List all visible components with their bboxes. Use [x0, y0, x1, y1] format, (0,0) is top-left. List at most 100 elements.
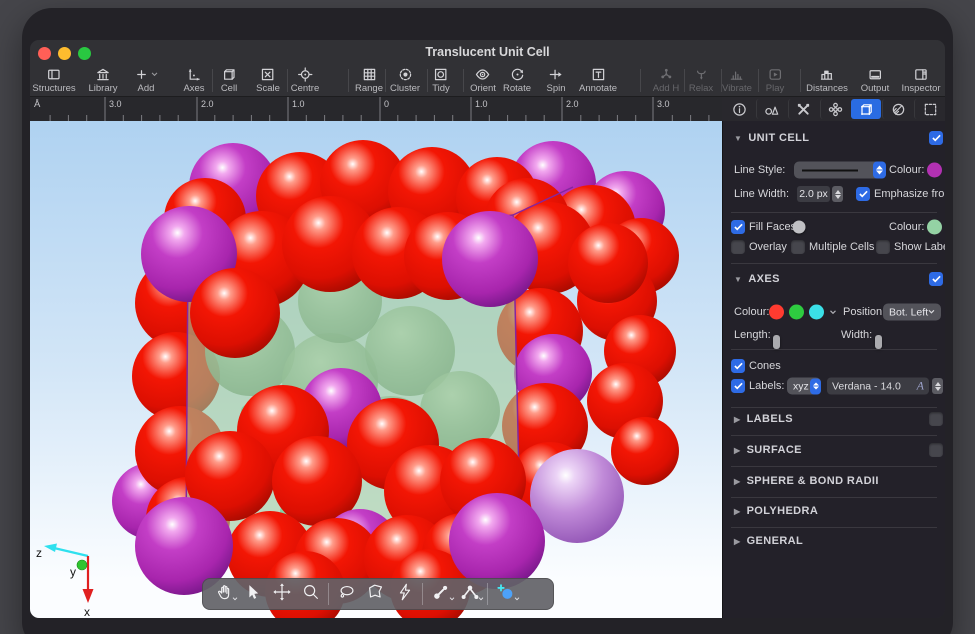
length-label: Length:	[734, 329, 771, 341]
structures-icon	[46, 66, 61, 83]
mode-info-button[interactable]	[725, 99, 755, 119]
toolbar-cluster-button[interactable]: Cluster	[390, 66, 420, 94]
tool-polygon-lasso-button[interactable]	[361, 580, 390, 608]
play-icon	[767, 66, 782, 83]
toolbar-distances-button[interactable]: Distances	[806, 66, 848, 94]
atom-purple[interactable]	[449, 493, 545, 589]
structures-label: Structures	[32, 83, 75, 94]
axis-font-stepper[interactable]	[932, 378, 943, 394]
relax-label: Relax	[689, 83, 713, 94]
orient-icon	[476, 66, 491, 83]
inspector-label: Inspector	[901, 83, 940, 94]
colour-expand-chevron[interactable]	[829, 306, 837, 318]
tool-select-button[interactable]	[238, 580, 267, 608]
section-general[interactable]: ▶GENERAL	[723, 531, 945, 551]
mode-cellmode-button[interactable]	[851, 99, 881, 119]
surface-section-checkbox[interactable]	[929, 443, 943, 457]
section-title: LABELS	[747, 413, 793, 425]
axes-checkbox[interactable]	[929, 272, 943, 286]
fill-faces-row: Fill Faces: Colour:	[723, 217, 945, 237]
play-label: Play	[766, 83, 784, 94]
section-labels[interactable]: ▶LABELS	[723, 409, 945, 429]
toolbar-annotate-button[interactable]: Annotate	[579, 66, 617, 94]
tool-zoom-button[interactable]	[296, 580, 325, 608]
tool-add-atom-button[interactable]	[491, 580, 520, 608]
line-width-value[interactable]: 2.0 px	[797, 186, 830, 202]
toolbar-add-button[interactable]: Add	[134, 66, 158, 94]
z-colour-swatch[interactable]	[809, 305, 824, 320]
axes-size-row: Length: Width:	[723, 325, 945, 345]
toolbar-orient-button[interactable]: Orient	[470, 66, 496, 94]
tool-quick-select-button[interactable]	[390, 580, 419, 608]
structure-canvas[interactable]: z y x	[30, 121, 722, 618]
line-width-stepper[interactable]	[832, 186, 843, 202]
toolbar-output-button[interactable]: Output	[861, 66, 890, 94]
line-style-select[interactable]	[794, 162, 886, 179]
tool-pan-button[interactable]	[209, 580, 238, 608]
toolbar-scale-button[interactable]: Scale	[256, 66, 280, 94]
toolbar-rotate-button[interactable]: Rotate	[503, 66, 531, 94]
addatom-icon	[496, 582, 516, 607]
cell-options-row: Overlay Multiple Cells Show Labels	[723, 237, 945, 257]
toolbar-axes-button[interactable]: Axes	[183, 66, 204, 94]
overlay-checkbox[interactable]	[731, 240, 745, 254]
section-polyhedra[interactable]: ▶POLYHEDRA	[723, 501, 945, 521]
toolbar-structures-button[interactable]: Structures	[32, 66, 75, 94]
x-colour-swatch[interactable]	[769, 305, 784, 320]
atom-red[interactable]	[611, 417, 679, 485]
angle-icon	[460, 582, 480, 607]
show-labels-label: Show Labels	[894, 241, 945, 253]
atom-purple[interactable]	[530, 449, 624, 543]
toolbar-inspector-button[interactable]: Inspector	[901, 66, 940, 94]
cones-checkbox[interactable]	[731, 359, 745, 373]
toolbar-centre-button[interactable]: Centre	[291, 66, 320, 94]
section-surface[interactable]: ▶SURFACE	[723, 440, 945, 460]
section-unit-cell[interactable]: ▼UNIT CELL	[723, 128, 945, 148]
output-icon	[868, 66, 883, 83]
axis-label-stepper[interactable]	[810, 378, 821, 394]
atom-red[interactable]	[568, 223, 648, 303]
tool-measure-distance-button[interactable]	[426, 580, 455, 608]
toolbar-play-button: Play	[766, 66, 784, 94]
fill-colour-swatch[interactable]	[927, 220, 942, 235]
labels-section-checkbox[interactable]	[929, 412, 943, 426]
line-colour-swatch[interactable]	[927, 163, 942, 178]
line-style-row: Line Style: Colour:	[723, 160, 945, 180]
atom-red[interactable]	[190, 268, 280, 358]
atom-purple[interactable]	[442, 211, 538, 307]
centre-icon	[297, 66, 312, 83]
tool-measure-angle-button[interactable]	[455, 580, 484, 608]
axis-label-style-select[interactable]: xyz	[787, 378, 821, 395]
labels-checkbox[interactable]	[731, 379, 745, 393]
svg-text:1.0: 1.0	[292, 99, 305, 109]
svg-text:3.0: 3.0	[657, 99, 670, 109]
tool-translate-button[interactable]	[267, 580, 296, 608]
mode-gizmo-button[interactable]	[820, 99, 851, 119]
toolbar-library-button[interactable]: Library	[88, 66, 117, 94]
toolbar-spin-button[interactable]: Spin	[546, 66, 565, 94]
section-axes[interactable]: ▼AXES	[723, 269, 945, 289]
mode-shapes-button[interactable]	[756, 99, 787, 119]
multiple-cells-checkbox[interactable]	[791, 240, 805, 254]
tool-lasso-button[interactable]	[332, 580, 361, 608]
show-labels-checkbox[interactable]	[876, 240, 890, 254]
line-width-label: Line Width:	[734, 188, 789, 200]
toolbar-separator	[640, 69, 641, 92]
palette-separator	[422, 583, 423, 605]
unit-cell-checkbox[interactable]	[929, 131, 943, 145]
mode-marquee-button[interactable]	[914, 99, 945, 119]
axes-colour-row: Colour: Position: Bot. Left	[723, 302, 945, 322]
axis-font-field[interactable]: Verdana - 14.0 A	[827, 378, 929, 395]
toolbar-range-button[interactable]: Range	[355, 66, 383, 94]
section-sphere-bond-radii[interactable]: ▶SPHERE & BOND RADII	[723, 471, 945, 491]
mode-xtools-button[interactable]	[788, 99, 819, 119]
line-style-stepper[interactable]	[873, 162, 886, 179]
toolbar-vibrate-button: Vibrate	[722, 66, 752, 94]
position-select[interactable]: Bot. Left	[883, 304, 941, 321]
toolbar-tidy-button[interactable]: Tidy	[432, 66, 450, 94]
fill-faces-checkbox[interactable]	[731, 220, 745, 234]
y-colour-swatch[interactable]	[789, 305, 804, 320]
emphasize-front-checkbox[interactable]	[856, 187, 870, 201]
mode-slice-button[interactable]	[882, 99, 913, 119]
toolbar-cell-button[interactable]: Cell	[221, 66, 237, 94]
